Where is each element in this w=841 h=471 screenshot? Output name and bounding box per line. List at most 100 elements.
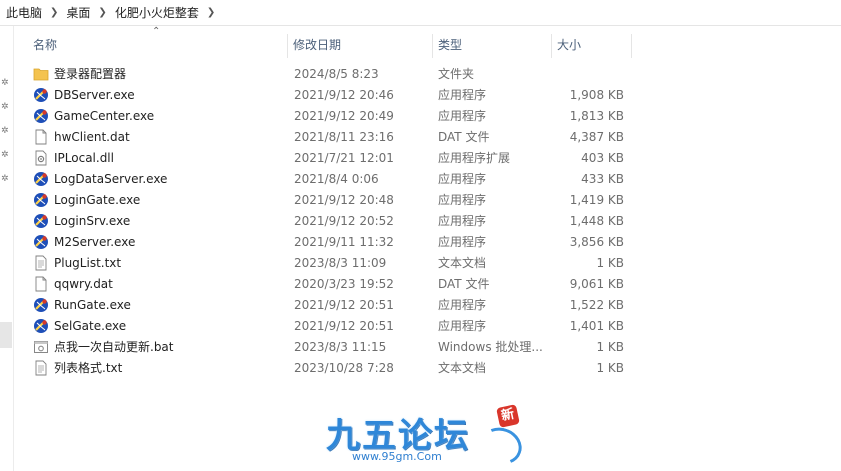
file-row[interactable]: RunGate.exe 2021/9/12 20:51 应用程序 1,522 KB xyxy=(14,295,644,316)
file-name: IPLocal.dll xyxy=(54,151,114,165)
file-row[interactable]: 点我一次自动更新.bat 2023/8/3 11:15 Windows 批处理...… xyxy=(14,337,644,358)
navigation-pane[interactable]: ✲ ✲ ✲ ✲ ✲ xyxy=(0,26,14,471)
file-date: 2021/9/12 20:51 xyxy=(294,298,394,312)
pin-icon: ✲ xyxy=(1,126,9,136)
chevron-right-icon[interactable]: ❯ xyxy=(201,7,221,18)
column-divider[interactable] xyxy=(551,34,552,58)
file-type: 应用程序 xyxy=(438,193,487,207)
file-date: 2023/8/3 11:09 xyxy=(294,256,387,270)
file-name: LoginSrv.exe xyxy=(54,214,131,228)
file-type: 应用程序 xyxy=(438,109,487,123)
chevron-right-icon[interactable]: ❯ xyxy=(44,7,64,18)
file-row[interactable]: SelGate.exe 2021/9/12 20:51 应用程序 1,401 KB xyxy=(14,316,644,337)
file-type: 应用程序 xyxy=(438,235,487,249)
breadcrumb-desktop[interactable]: 桌面 xyxy=(64,4,92,21)
watermark-url: www.95gm.Com xyxy=(352,450,442,463)
file-date: 2023/10/28 7:28 xyxy=(294,361,394,375)
file-size: 3,856 KB xyxy=(569,235,624,249)
file-type: 文件夹 xyxy=(438,67,475,81)
file-name: LogDataServer.exe xyxy=(54,172,168,186)
file-name: M2Server.exe xyxy=(54,235,136,249)
file-type: 应用程序扩展 xyxy=(438,151,511,165)
scrollbar-thumb[interactable] xyxy=(0,322,12,348)
file-type: 文本文档 xyxy=(438,361,487,375)
exe-icon xyxy=(33,234,49,250)
exe-icon xyxy=(33,171,49,187)
file-size: 1,419 KB xyxy=(569,193,624,207)
column-name-header[interactable]: 名称 xyxy=(29,32,289,58)
chevron-right-icon[interactable]: ❯ xyxy=(92,7,112,18)
file-date: 2021/9/12 20:46 xyxy=(294,88,394,102)
file-date: 2021/9/12 20:49 xyxy=(294,109,394,123)
pin-icon: ✲ xyxy=(1,102,9,112)
address-bar[interactable]: 此电脑 ❯ 桌面 ❯ 化肥小火炬整套 ❯ xyxy=(0,0,841,26)
file-name: qqwry.dat xyxy=(54,277,113,291)
breadcrumb-current-folder[interactable]: 化肥小火炬整套 xyxy=(113,4,201,21)
file-size: 433 KB xyxy=(581,172,624,186)
column-divider[interactable] xyxy=(287,34,288,58)
file-name: DBServer.exe xyxy=(54,88,135,102)
file-type: 应用程序 xyxy=(438,172,487,186)
txt-icon xyxy=(33,360,49,376)
file-type: Windows 批处理... xyxy=(438,340,543,354)
file-row[interactable]: GameCenter.exe 2021/9/12 20:49 应用程序 1,813 K… xyxy=(14,106,644,127)
exe-icon xyxy=(33,108,49,124)
file-row[interactable]: LoginGate.exe 2021/9/12 20:48 应用程序 1,419 KB xyxy=(14,190,644,211)
file-size: 1,401 KB xyxy=(569,319,624,333)
file-row[interactable]: qqwry.dat 2020/3/23 19:52 DAT 文件 9,061 KB xyxy=(14,274,644,295)
file-size: 1 KB xyxy=(596,256,624,270)
pin-icon: ✲ xyxy=(1,174,9,184)
file-name: RunGate.exe xyxy=(54,298,131,312)
file-row[interactable]: 登录器配置器 2024/8/5 8:23 文件夹 xyxy=(14,64,644,85)
file-size: 1,813 KB xyxy=(569,109,624,123)
dll-icon xyxy=(33,150,49,166)
file-row[interactable]: LoginSrv.exe 2021/9/12 20:52 应用程序 1,448 KB xyxy=(14,211,644,232)
file-row[interactable]: DBServer.exe 2021/9/12 20:46 应用程序 1,908 KB xyxy=(14,85,644,106)
column-type-header[interactable]: 类型 xyxy=(434,32,550,58)
file-row[interactable]: 列表格式.txt 2023/10/28 7:28 文本文档 1 KB xyxy=(14,358,644,379)
file-size: 403 KB xyxy=(581,151,624,165)
watermark-logo: 九五论坛 www.95gm.Com 新 xyxy=(318,402,528,471)
file-size: 9,061 KB xyxy=(569,277,624,291)
file-type: 应用程序 xyxy=(438,88,487,102)
file-row[interactable]: hwClient.dat 2021/8/11 23:16 DAT 文件 4,387 K… xyxy=(14,127,644,148)
column-divider[interactable] xyxy=(432,34,433,58)
exe-icon xyxy=(33,87,49,103)
txt-icon xyxy=(33,255,49,271)
file-type: 文本文档 xyxy=(438,256,487,270)
file-date: 2021/9/12 20:51 xyxy=(294,319,394,333)
file-row[interactable]: IPLocal.dll 2021/7/21 12:01 应用程序扩展 403 KB xyxy=(14,148,644,169)
column-divider[interactable] xyxy=(631,34,632,58)
file-type: 应用程序 xyxy=(438,298,487,312)
exe-icon xyxy=(33,213,49,229)
breadcrumb-this-pc[interactable]: 此电脑 xyxy=(4,4,44,21)
file-row[interactable]: M2Server.exe 2021/9/11 11:32 应用程序 3,856 KB xyxy=(14,232,644,253)
file-icon xyxy=(33,129,49,145)
file-date: 2021/9/12 20:48 xyxy=(294,193,394,207)
file-name: SelGate.exe xyxy=(54,319,127,333)
bat-icon xyxy=(33,339,49,355)
file-size: 1,522 KB xyxy=(569,298,624,312)
exe-icon xyxy=(33,192,49,208)
file-name: PlugList.txt xyxy=(54,256,122,270)
file-type: 应用程序 xyxy=(438,214,487,228)
file-list: 登录器配置器 2024/8/5 8:23 文件夹 DBServer.exe 2021/9… xyxy=(14,64,644,379)
file-date: 2021/8/11 23:16 xyxy=(294,130,394,144)
file-name: 列表格式.txt xyxy=(54,361,123,375)
column-size-header[interactable]: 大小 xyxy=(553,32,631,58)
file-date: 2021/9/11 11:32 xyxy=(294,235,394,249)
file-row[interactable]: LogDataServer.exe 2021/8/4 0:06 应用程序 433 KB xyxy=(14,169,644,190)
column-date-header[interactable]: 修改日期 xyxy=(289,32,431,58)
file-type: DAT 文件 xyxy=(438,277,490,291)
file-size: 4,387 KB xyxy=(569,130,624,144)
file-date: 2023/8/3 11:15 xyxy=(294,340,387,354)
file-size: 1 KB xyxy=(596,340,624,354)
file-date: 2021/8/4 0:06 xyxy=(294,172,379,186)
file-date: 2021/7/21 12:01 xyxy=(294,151,394,165)
folder-icon xyxy=(33,66,49,82)
watermark-seal: 新 xyxy=(496,404,520,428)
swirl-decoration-icon xyxy=(475,421,527,471)
file-row[interactable]: PlugList.txt 2023/8/3 11:09 文本文档 1 KB xyxy=(14,253,644,274)
file-type: 应用程序 xyxy=(438,319,487,333)
exe-icon xyxy=(33,297,49,313)
